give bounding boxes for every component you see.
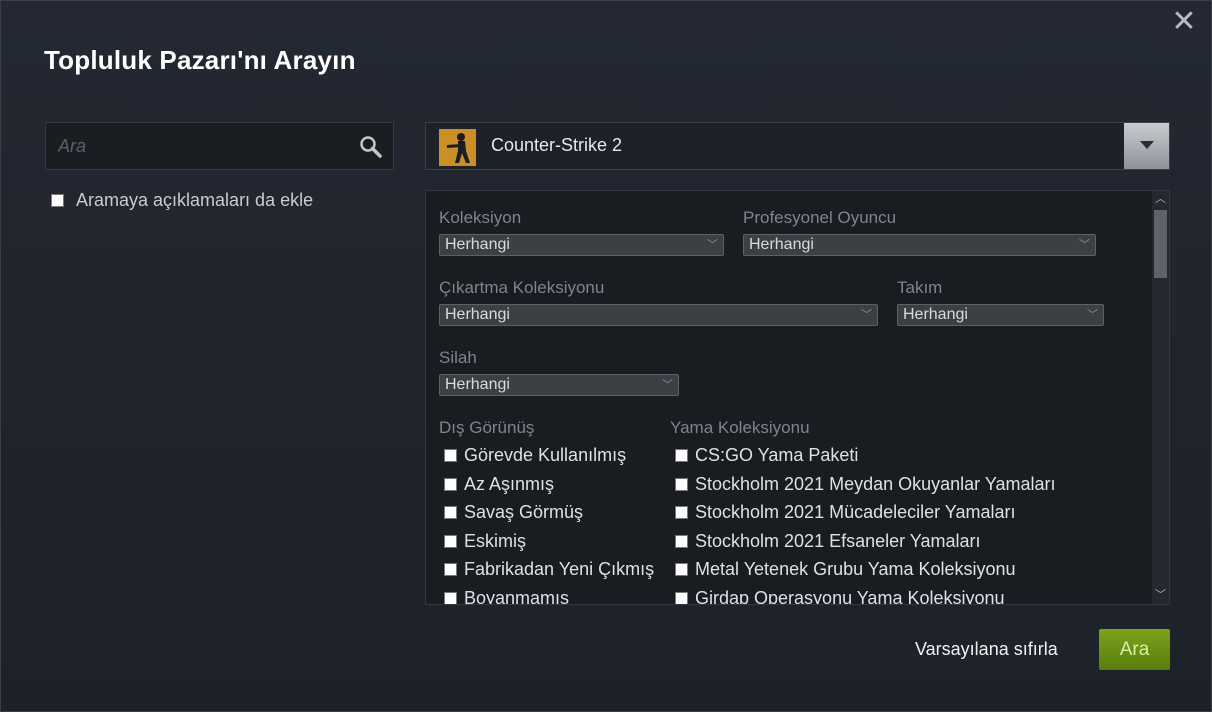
takim-select[interactable]: Herhangi ﹀ [897,304,1104,326]
search-dialog: ✕ Topluluk Pazarı'nı Arayın Aramaya açık… [0,0,1212,712]
option-label: Görevde Kullanılmış [464,445,627,465]
silah-label: Silah [439,348,477,367]
yama-koleksiyonu-option[interactable]: Girdap Operasyonu Yama Koleksiyonu [675,588,1005,605]
takim-value: Herhangi [903,306,968,323]
option-checkbox[interactable] [444,592,457,604]
koleksiyon-label: Koleksiyon [439,208,522,227]
close-icon[interactable]: ✕ [1171,7,1197,37]
option-checkbox[interactable] [675,449,688,462]
option-checkbox[interactable] [444,563,457,576]
game-dropdown-button[interactable] [1124,123,1169,169]
silah-select[interactable]: Herhangi ﹀ [439,374,679,396]
cikartma-koleksiyonu-select[interactable]: Herhangi ﹀ [439,304,878,326]
scroll-down-icon[interactable]: ﹀ [1152,587,1169,604]
option-checkbox[interactable] [675,478,688,491]
option-label: Savaş Görmüş [464,502,584,522]
profesyonel-oyuncu-value: Herhangi [749,236,814,253]
filter-scrollbar[interactable]: ︿ ﹀ [1152,191,1169,604]
option-label: Stockholm 2021 Mücadeleciler Yamaları [695,502,1016,522]
option-checkbox[interactable] [444,506,457,519]
option-label: Fabrikadan Yeni Çıkmış [464,559,655,579]
game-name: Counter-Strike 2 [491,135,623,155]
chevron-down-icon: ﹀ [1087,309,1098,321]
scroll-thumb[interactable] [1154,210,1167,278]
reset-defaults-link[interactable]: Varsayılana sıfırla [915,639,1058,660]
option-checkbox[interactable] [675,535,688,548]
include-descriptions-label: Aramaya açıklamaları da ekle [76,190,314,210]
chevron-down-icon: ﹀ [861,309,872,321]
search-button[interactable]: Ara [1099,629,1170,670]
dis-gorunus-option[interactable]: Eskimiş [444,531,526,552]
filter-panel: Koleksiyon Herhangi ﹀ Profesyonel Oyuncu… [425,190,1170,605]
yama-koleksiyonu-option[interactable]: Stockholm 2021 Efsaneler Yamaları [675,531,981,552]
yama-koleksiyonu-option[interactable]: Metal Yetenek Grubu Yama Koleksiyonu [675,559,1016,580]
option-checkbox[interactable] [675,592,688,604]
chevron-down-icon [1140,141,1154,149]
dialog-title: Topluluk Pazarı'nı Arayın [44,45,356,75]
chevron-down-icon: ﹀ [1079,239,1090,251]
search-box [45,122,394,170]
option-label: Stockholm 2021 Meydan Okuyanlar Yamaları [695,474,1056,494]
takim-label: Takım [897,278,943,297]
option-checkbox[interactable] [444,449,457,462]
dis-gorunus-option[interactable]: Fabrikadan Yeni Çıkmış [444,559,654,580]
game-selector[interactable]: Counter-Strike 2 [425,122,1170,170]
koleksiyon-value: Herhangi [445,236,510,253]
dis-gorunus-option[interactable]: Boyanmamış [444,588,570,605]
option-checkbox[interactable] [675,563,688,576]
silah-value: Herhangi [445,376,510,393]
option-label: CS:GO Yama Paketi [695,445,859,465]
profesyonel-oyuncu-label: Profesyonel Oyuncu [743,208,897,227]
scroll-up-icon[interactable]: ︿ [1152,191,1169,208]
search-input[interactable] [46,123,370,169]
option-label: Az Aşınmış [464,474,555,494]
counter-strike-2-icon [439,129,476,166]
include-descriptions-option: Aramaya açıklamaları da ekle [51,190,313,211]
dis-gorunus-option[interactable]: Savaş Görmüş [444,502,583,523]
chevron-down-icon: ﹀ [662,379,673,391]
search-icon[interactable] [359,135,383,159]
dis-gorunus-option[interactable]: Az Aşınmış [444,474,554,495]
option-label: Eskimiş [464,531,526,551]
cikartma-koleksiyonu-label: Çıkartma Koleksiyonu [439,278,605,297]
option-label: Metal Yetenek Grubu Yama Koleksiyonu [695,559,1016,579]
dis-gorunus-option[interactable]: Görevde Kullanılmış [444,445,626,466]
include-descriptions-checkbox[interactable] [51,194,64,207]
yama-koleksiyonu-option[interactable]: CS:GO Yama Paketi [675,445,858,466]
chevron-down-icon: ﹀ [707,239,718,251]
option-checkbox[interactable] [675,506,688,519]
profesyonel-oyuncu-select[interactable]: Herhangi ﹀ [743,234,1096,256]
option-label: Girdap Operasyonu Yama Koleksiyonu [695,588,1005,605]
yama-koleksiyonu-option[interactable]: Stockholm 2021 Mücadeleciler Yamaları [675,502,1016,523]
dis-gorunus-label: Dış Görünüş [439,418,535,437]
koleksiyon-select[interactable]: Herhangi ﹀ [439,234,724,256]
cikartma-koleksiyonu-value: Herhangi [445,306,510,323]
option-label: Boyanmamış [464,588,570,605]
yama-koleksiyonu-option[interactable]: Stockholm 2021 Meydan Okuyanlar Yamaları [675,474,1056,495]
yama-koleksiyonu-label: Yama Koleksiyonu [670,418,810,437]
option-checkbox[interactable] [444,535,457,548]
option-checkbox[interactable] [444,478,457,491]
option-label: Stockholm 2021 Efsaneler Yamaları [695,531,981,551]
